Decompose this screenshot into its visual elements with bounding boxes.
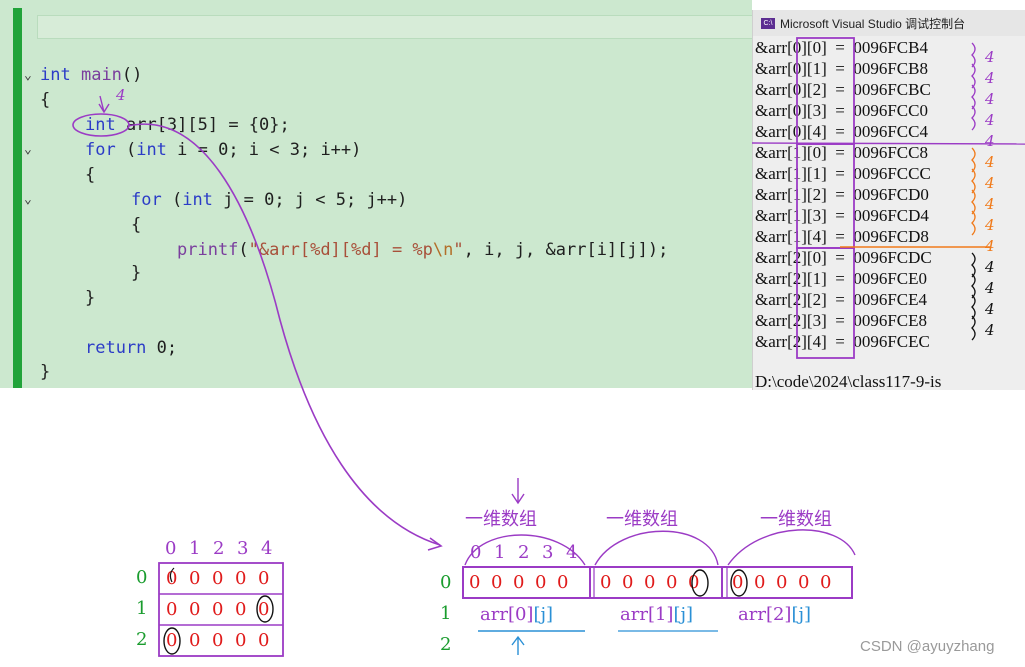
ink-curve-to-memory <box>127 123 441 546</box>
ink-arrow-down <box>98 95 110 114</box>
ink-box-row1 <box>796 143 855 249</box>
grid2d-frame <box>158 562 284 657</box>
ink-box-row0 <box>796 37 855 145</box>
ink-annotations <box>72 37 1025 657</box>
ink-box-row2 <box>796 247 855 359</box>
ink-circle-int <box>72 113 130 137</box>
linear-frame <box>462 566 853 599</box>
